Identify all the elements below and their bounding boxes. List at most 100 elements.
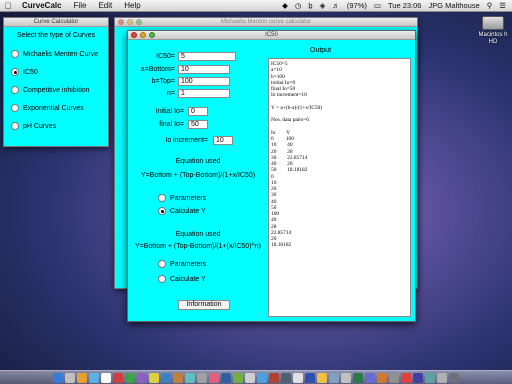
radio-ph-curves[interactable]: pH Curves bbox=[11, 122, 56, 130]
dock-app-icon[interactable] bbox=[149, 372, 159, 383]
search-icon[interactable]: ⚲ bbox=[487, 1, 493, 10]
n-input[interactable]: 1 bbox=[178, 89, 230, 98]
radio-competitive-inhibition[interactable]: Competitive inhibition bbox=[11, 86, 90, 94]
radio-label: Parameters bbox=[170, 194, 207, 202]
minimize-button[interactable] bbox=[127, 19, 133, 25]
dock-app-icon[interactable] bbox=[293, 372, 303, 383]
dock-app-icon[interactable] bbox=[305, 372, 315, 383]
dock bbox=[0, 370, 512, 384]
radio-button[interactable] bbox=[158, 207, 166, 215]
dock-app-icon[interactable] bbox=[281, 372, 291, 383]
window-title-text: IC50 bbox=[265, 32, 278, 38]
dock-app-icon[interactable] bbox=[173, 372, 183, 383]
dock-app-icon[interactable] bbox=[221, 372, 231, 383]
io-increment-input[interactable]: 10 bbox=[213, 136, 233, 145]
radio-button[interactable] bbox=[158, 275, 166, 283]
dock-app-icon[interactable] bbox=[437, 372, 447, 383]
dock-app-icon[interactable] bbox=[137, 372, 147, 383]
radio-eq1-calculate-y[interactable]: Calculate Y bbox=[158, 207, 206, 215]
apple-icon[interactable]:  bbox=[0, 1, 16, 11]
dock-app-icon[interactable] bbox=[89, 372, 99, 383]
close-button[interactable] bbox=[131, 32, 137, 38]
radio-ic50[interactable]: IC50 bbox=[11, 68, 38, 76]
radio-button[interactable] bbox=[11, 50, 19, 58]
dock-app-icon[interactable] bbox=[341, 372, 351, 383]
close-button[interactable] bbox=[118, 19, 124, 25]
radio-button[interactable] bbox=[158, 194, 166, 202]
hard-drive-label: Macintos h HD bbox=[478, 32, 508, 45]
dock-app-icon[interactable] bbox=[77, 372, 87, 383]
dock-app-icon[interactable] bbox=[317, 372, 327, 383]
top-input[interactable]: 100 bbox=[178, 77, 230, 86]
dock-app-icon[interactable] bbox=[401, 372, 411, 383]
radio-label: Competitive inhibition bbox=[23, 86, 90, 94]
radio-label: Michaelis Menten Curve bbox=[23, 50, 99, 58]
information-button[interactable]: Information bbox=[178, 300, 230, 310]
radio-button[interactable] bbox=[11, 122, 19, 130]
radio-button[interactable] bbox=[11, 68, 19, 76]
dock-app-icon[interactable] bbox=[197, 372, 207, 383]
radio-michaelis-menten[interactable]: Michaelis Menten Curve bbox=[11, 50, 98, 58]
dock-app-icon[interactable] bbox=[269, 372, 279, 383]
menu-file[interactable]: File bbox=[68, 1, 93, 10]
dock-app-icon[interactable] bbox=[233, 372, 243, 383]
zoom-button[interactable] bbox=[136, 19, 142, 25]
radio-eq2-calculate-y[interactable]: Calculate Y bbox=[158, 275, 206, 283]
dock-app-icon[interactable] bbox=[413, 372, 423, 383]
window-title[interactable]: Michaelis Menton curve calculator bbox=[115, 18, 417, 27]
app-menu[interactable]: CurveCalc bbox=[16, 1, 68, 10]
dock-app-icon[interactable] bbox=[101, 372, 111, 383]
list-icon[interactable]: ☰ bbox=[499, 1, 506, 10]
final-io-input[interactable]: 50 bbox=[188, 120, 208, 129]
hard-drive-desktop-icon[interactable]: Macintos h HD bbox=[476, 16, 510, 46]
ic50-input[interactable]: 5 bbox=[178, 52, 236, 61]
radio-button[interactable] bbox=[11, 86, 19, 94]
minimize-button[interactable] bbox=[140, 32, 146, 38]
radio-exponential-curves[interactable]: Exponential Curves bbox=[11, 104, 84, 112]
menubar:  CurveCalc File Edit Help ◆ ◷ ḇ ◈ ♬ (97… bbox=[0, 0, 512, 12]
output-line: 18.18182 bbox=[271, 242, 292, 249]
dock-app-icon[interactable] bbox=[65, 372, 75, 383]
timemachine-icon[interactable]: ◷ bbox=[295, 1, 302, 10]
dock-app-icon[interactable] bbox=[125, 372, 135, 383]
window-title[interactable]: IC50 bbox=[128, 31, 415, 40]
radio-button[interactable] bbox=[158, 260, 166, 268]
output-textarea[interactable]: IC50=5 a=10 b=100 initial Io=0 final Io=50 Io… bbox=[268, 58, 411, 317]
dock-app-icon[interactable] bbox=[389, 372, 399, 383]
clock[interactable]: Tue 23:06 bbox=[388, 1, 422, 10]
bottom-input[interactable]: 10 bbox=[178, 65, 230, 74]
dock-app-icon[interactable] bbox=[425, 372, 435, 383]
dock-app-icon[interactable] bbox=[353, 372, 363, 383]
zoom-button[interactable] bbox=[149, 32, 155, 38]
dock-app-icon[interactable] bbox=[161, 372, 171, 383]
dropbox-icon[interactable]: ◆ bbox=[282, 1, 288, 10]
dock-app-icon[interactable] bbox=[449, 372, 459, 383]
dock-app-icon[interactable] bbox=[377, 372, 387, 383]
dock-app-icon[interactable] bbox=[53, 372, 63, 383]
battery-percent[interactable]: (97%) bbox=[347, 1, 367, 10]
menu-edit[interactable]: Edit bbox=[92, 1, 118, 10]
hard-drive-icon bbox=[482, 16, 504, 30]
radio-label: IC50 bbox=[23, 68, 38, 76]
dock-app-icon[interactable] bbox=[365, 372, 375, 383]
initial-io-input[interactable]: 0 bbox=[188, 107, 208, 116]
user-name[interactable]: JPG Malthouse bbox=[428, 1, 479, 10]
radio-button[interactable] bbox=[11, 104, 19, 112]
equation-formula: Y=Bottom + (Top-Bottom)/(1+(x/IC50)^n) bbox=[134, 243, 262, 250]
dock-app-icon[interactable] bbox=[245, 372, 255, 383]
dock-app-icon[interactable] bbox=[257, 372, 267, 383]
initial-io-label: Initial Io= bbox=[155, 108, 184, 115]
menu-help[interactable]: Help bbox=[118, 1, 146, 10]
dock-app-icon[interactable] bbox=[209, 372, 219, 383]
bluetooth-icon[interactable]: ḇ bbox=[308, 1, 312, 10]
wifi-icon[interactable]: ◈ bbox=[320, 1, 326, 10]
battery-icon[interactable]: ▭ bbox=[374, 1, 381, 10]
volume-icon[interactable]: ♬ bbox=[332, 1, 340, 10]
dock-app-icon[interactable] bbox=[185, 372, 195, 383]
radio-eq2-parameters[interactable]: Parameters bbox=[158, 260, 206, 268]
radio-eq1-parameters[interactable]: Parameters bbox=[158, 194, 206, 202]
dock-app-icon[interactable] bbox=[329, 372, 339, 383]
window-title[interactable]: Curve Calculator bbox=[4, 18, 108, 27]
dock-app-icon[interactable] bbox=[113, 372, 123, 383]
radio-label: pH Curves bbox=[23, 122, 57, 130]
